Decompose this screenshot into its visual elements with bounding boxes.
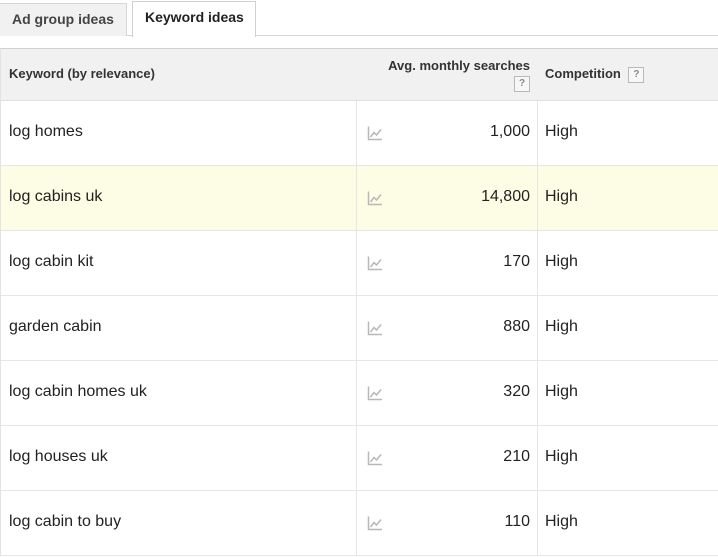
line-chart-icon[interactable] [367, 255, 383, 271]
line-chart-icon[interactable] [367, 385, 383, 401]
column-header-avg-label: Avg. monthly searches [388, 58, 530, 73]
keyword-cell[interactable]: log cabin to buy [9, 513, 121, 531]
competition-cell: High [545, 188, 578, 205]
competition-cell: High [545, 123, 578, 140]
table-row: log houses uk 210 High [1, 426, 718, 491]
avg-monthly-searches-cell: 14,800 [481, 188, 530, 205]
avg-monthly-searches-cell: 320 [503, 383, 530, 400]
line-chart-icon[interactable] [367, 125, 383, 141]
table-row: log cabin to buy 110 High [1, 491, 718, 556]
avg-monthly-searches-cell: 210 [503, 448, 530, 465]
column-header-competition-label: Competition [545, 66, 621, 81]
keyword-cell[interactable]: log houses uk [9, 448, 108, 466]
competition-cell: High [545, 513, 578, 530]
help-icon[interactable]: ? [514, 76, 530, 92]
line-chart-icon[interactable] [367, 515, 383, 531]
table-row: garden cabin 880 High [1, 296, 718, 361]
competition-cell: High [545, 253, 578, 270]
column-header-avg-monthly-searches[interactable]: Avg. monthly searches ? [388, 58, 530, 92]
help-icon[interactable]: ? [628, 66, 645, 83]
table-body: log homes 1,000 High log cabins uk 14,80… [1, 101, 718, 556]
keyword-cell[interactable]: log cabin kit [9, 253, 94, 271]
line-chart-icon[interactable] [367, 190, 383, 206]
competition-cell: High [545, 318, 578, 335]
competition-cell: High [545, 383, 578, 400]
tab-ad-group-ideas[interactable]: Ad group ideas [0, 3, 127, 36]
table-row: log homes 1,000 High [1, 101, 718, 166]
keyword-cell[interactable]: garden cabin [9, 318, 102, 336]
tab-bar: Ad group ideas Keyword ideas [0, 0, 718, 37]
table-row: log cabin homes uk 320 High [1, 361, 718, 426]
keyword-cell[interactable]: log homes [9, 123, 83, 141]
column-header-competition[interactable]: Competition ? [545, 66, 645, 83]
tab-keyword-ideas[interactable]: Keyword ideas [132, 1, 256, 37]
avg-monthly-searches-cell: 170 [503, 253, 530, 270]
line-chart-icon[interactable] [367, 320, 383, 336]
avg-monthly-searches-cell: 1,000 [489, 123, 530, 140]
keyword-cell[interactable]: log cabin homes uk [9, 383, 147, 401]
competition-cell: High [545, 448, 578, 465]
table-header: Keyword (by relevance) Avg. monthly sear… [1, 49, 718, 101]
table-row: log cabins uk 14,800 High [1, 166, 718, 231]
keyword-cell[interactable]: log cabins uk [9, 188, 102, 206]
table-row: log cabin kit 170 High [1, 231, 718, 296]
avg-monthly-searches-cell: 110 [504, 513, 530, 530]
line-chart-icon[interactable] [367, 450, 383, 466]
column-header-keyword[interactable]: Keyword (by relevance) [9, 66, 155, 81]
avg-monthly-searches-cell: 880 [503, 318, 530, 335]
keyword-ideas-table: Keyword (by relevance) Avg. monthly sear… [0, 48, 718, 556]
